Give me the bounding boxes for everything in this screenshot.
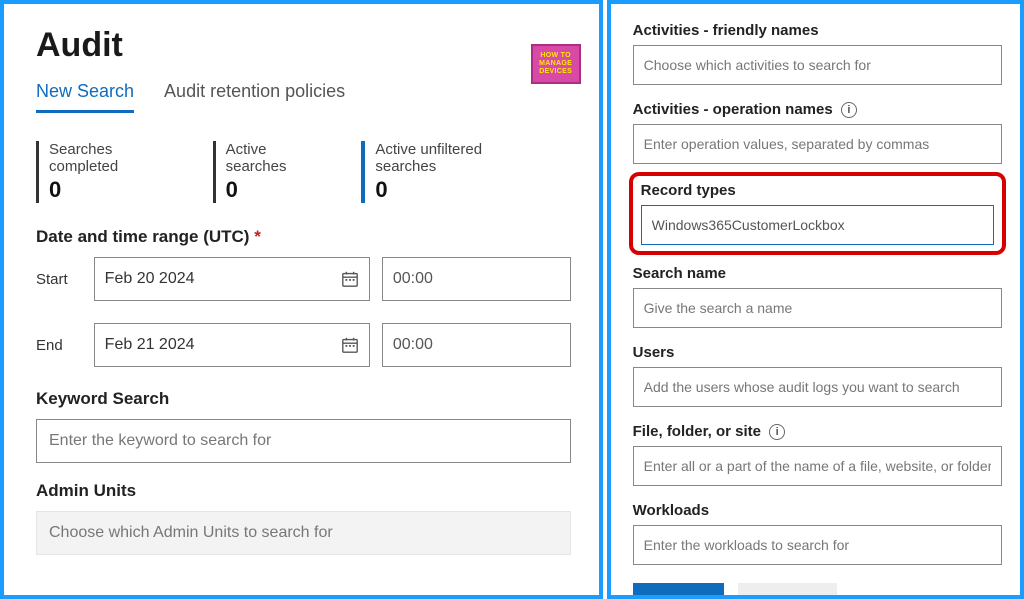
end-time-picker[interactable]: 00:00: [382, 323, 571, 367]
users-label: Users: [633, 344, 1002, 361]
activities-friendly-label: Activities - friendly names: [633, 22, 1002, 39]
calendar-icon: [341, 270, 359, 288]
record-types-input[interactable]: [641, 205, 994, 245]
calendar-icon: [341, 336, 359, 354]
stat-label: Active unfiltered searches: [375, 141, 530, 175]
activities-op-input[interactable]: [633, 124, 1002, 164]
tab-new-search[interactable]: New Search: [36, 81, 134, 113]
users-input[interactable]: [633, 367, 1002, 407]
watermark-badge: HOW TO MANAGE DEVICES: [531, 44, 581, 84]
end-date-picker[interactable]: Feb 21 2024: [94, 323, 370, 367]
stat-label: Searches completed: [49, 141, 173, 175]
activities-friendly-input[interactable]: [633, 45, 1002, 85]
keyword-label: Keyword Search: [36, 389, 571, 409]
start-date-value: Feb 20 2024: [105, 270, 195, 288]
search-name-input[interactable]: [633, 288, 1002, 328]
clear-all-button[interactable]: Clear all: [738, 583, 837, 599]
stat-active-unfiltered: Active unfiltered searches 0: [361, 141, 570, 203]
stat-value: 0: [226, 177, 322, 203]
stat-value: 0: [49, 177, 173, 203]
search-name-label: Search name: [633, 265, 1002, 282]
search-stats: Searches completed 0 Active searches 0 A…: [36, 141, 571, 203]
tab-retention-policies[interactable]: Audit retention policies: [164, 81, 345, 113]
start-date-picker[interactable]: Feb 20 2024: [94, 257, 370, 301]
date-range-label: Date and time range (UTC) *: [36, 227, 571, 247]
end-time-value: 00:00: [393, 336, 433, 354]
required-mark: *: [254, 227, 261, 246]
end-date-value: Feb 21 2024: [105, 336, 195, 354]
end-label: End: [36, 337, 82, 354]
stat-active-searches: Active searches 0: [213, 141, 362, 203]
file-folder-input[interactable]: [633, 446, 1002, 486]
stat-searches-completed: Searches completed 0: [36, 141, 213, 203]
info-icon[interactable]: i: [769, 424, 785, 440]
workloads-input[interactable]: [633, 525, 1002, 565]
search-button[interactable]: Search: [633, 583, 725, 599]
activities-op-label: Activities - operation names i: [633, 101, 1002, 118]
start-label: Start: [36, 271, 82, 288]
record-types-highlight: Record types: [629, 172, 1006, 255]
file-folder-label: File, folder, or site i: [633, 423, 1002, 440]
page-title: Audit: [36, 26, 571, 65]
start-time-value: 00:00: [393, 270, 433, 288]
stat-label: Active searches: [226, 141, 322, 175]
audit-tabs: New Search Audit retention policies: [36, 81, 571, 113]
info-icon[interactable]: i: [841, 102, 857, 118]
admin-units-input[interactable]: [36, 511, 571, 555]
stat-value: 0: [375, 177, 530, 203]
keyword-input[interactable]: [36, 419, 571, 463]
start-time-picker[interactable]: 00:00: [382, 257, 571, 301]
admin-units-label: Admin Units: [36, 481, 571, 501]
workloads-label: Workloads: [633, 502, 1002, 519]
record-types-label: Record types: [641, 182, 994, 199]
